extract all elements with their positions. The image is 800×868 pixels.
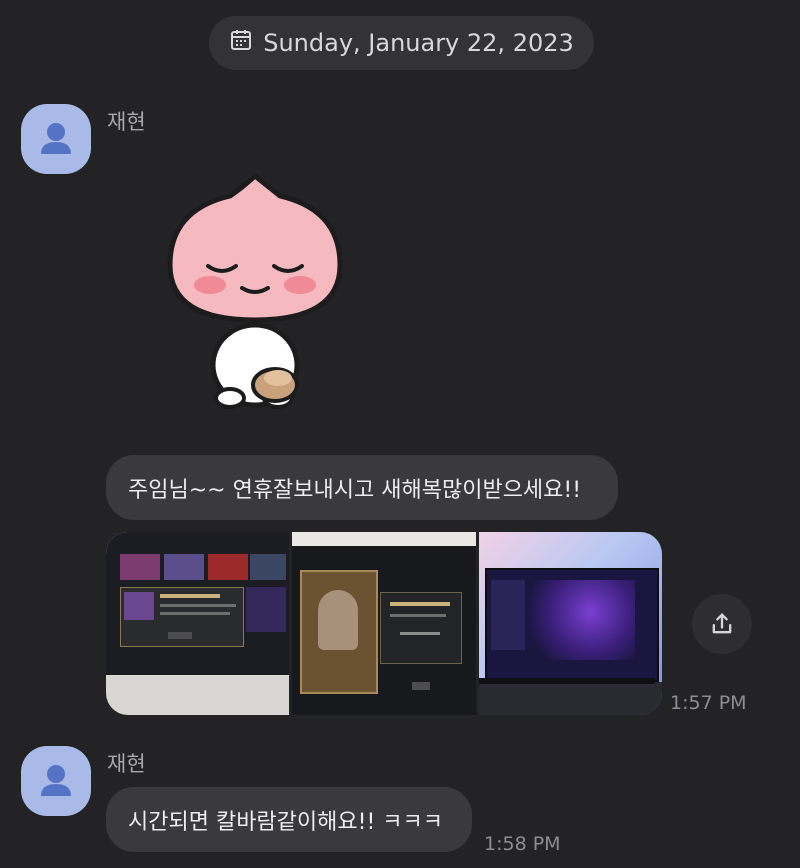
- game-client-monitor-photo[interactable]: [478, 532, 662, 715]
- date-divider: Sunday, January 22, 2023: [209, 16, 594, 70]
- person-icon: [41, 123, 71, 154]
- champion-skin-purchase-photo[interactable]: [292, 532, 476, 715]
- date-label: Sunday, January 22, 2023: [263, 29, 574, 57]
- sender-name: 재현: [107, 752, 146, 776]
- message-time: 1:57 PM: [670, 692, 747, 714]
- share-icon: [712, 613, 732, 634]
- peach-character-sticker[interactable]: [150, 170, 360, 420]
- message-text: 주임님~~ 연휴잘보내시고 새해복많이받으세요!!: [128, 477, 582, 503]
- calendar-icon: [229, 28, 253, 58]
- message-time: 1:58 PM: [484, 833, 561, 855]
- sender-name: 재현: [107, 110, 146, 134]
- avatar[interactable]: [21, 746, 91, 816]
- message-text: 시간되면 칼바람같이해요!! ㅋㅋㅋ: [128, 809, 443, 835]
- message-bubble[interactable]: 시간되면 칼바람같이해요!! ㅋㅋㅋ: [106, 787, 472, 852]
- message-bubble[interactable]: 주임님~~ 연휴잘보내시고 새해복많이받으세요!!: [106, 455, 618, 520]
- photo-album[interactable]: [106, 532, 662, 715]
- avatar[interactable]: [21, 104, 91, 174]
- person-icon: [41, 765, 71, 796]
- game-store-screenshot-photo[interactable]: [106, 532, 290, 715]
- share-button[interactable]: [692, 594, 752, 654]
